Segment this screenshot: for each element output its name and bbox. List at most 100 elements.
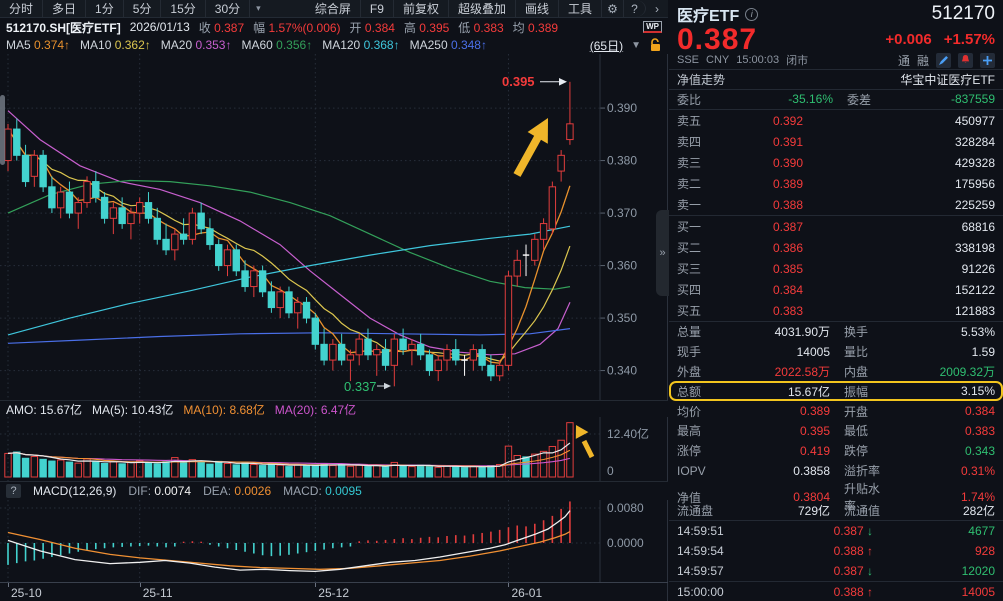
tick-row: 14:59:54 0.388 ↑ 928 [669,541,1003,561]
stat-value: 0.395 [799,423,830,438]
svg-text:0.395: 0.395 [502,74,535,89]
orderbook-row-buy[interactable]: 买三 0.385 91226 [669,258,1003,279]
orderbook-price: 0.385 [772,261,804,276]
toolbar-item-1分[interactable]: 1分 [86,0,124,17]
volume-chart[interactable]: 12.40亿 0 [0,417,668,481]
vol-name: AMO: [6,402,41,417]
period-dropdown-caret[interactable]: ▾ [250,0,267,17]
toolbar-item-5分[interactable]: 5分 [124,0,162,17]
currency-label: CNY [706,54,730,67]
macd-help-icon[interactable]: ? [6,484,21,498]
quote-field-value: 0.383 [473,20,504,35]
ma-value: 0.362↑ [114,38,151,52]
ma-value: 0.374↑ [34,38,71,52]
orderbook-row-buy[interactable]: 买一 0.387 68816 [669,216,1003,237]
svg-text:0.360: 0.360 [607,259,637,273]
macd-chart[interactable]: 0.0080 0.0000 [0,500,668,582]
orderbook-row-sell[interactable]: 卖四 0.391 328284 [669,131,1003,152]
trend-arrow-annotation [513,135,542,177]
svg-text:0.0000: 0.0000 [607,536,644,550]
tick-volume: 928 [974,544,995,558]
quote-field-label: 均 [512,20,529,35]
tick-price: 0.387 ↓ [751,524,873,538]
tick-price-value: 0.387 [833,564,867,578]
main-candlestick-chart[interactable]: 0.390 0.380 0.370 0.360 0.350 0.340 0.395 0.337 [0,54,668,400]
stat-row-最高: 最高 0.395 最低 0.383 [669,421,1003,441]
macd-value: 0.0074 [154,484,192,498]
macd-value: 0.0095 [325,484,362,498]
stat-row-IOPV: IOPV 0.3858 溢折率 0.31% [669,461,1003,481]
stock-app-window: 分时 多日 1分 5分 15分 30分 ▾ 综合屏 F9 前复权 超级叠加 画线 工具 ⚙ ? › … [0,0,1003,601]
left-scroll-handle[interactable] [0,95,5,165]
info-icon[interactable]: i [745,7,759,21]
unlock-icon[interactable] [649,38,662,52]
macd-legend-item: DIF: 0.0074 [128,484,191,498]
add-plus-icon[interactable] [980,52,995,68]
orderbook-row-sell[interactable]: 卖二 0.389 175956 [669,173,1003,194]
vol-name: MA(5): [92,402,132,417]
svg-text:0: 0 [607,464,614,478]
orderbook-row-sell[interactable]: 卖一 0.388 225259 [669,194,1003,215]
toolbar-item-多日[interactable]: 多日 [43,0,87,17]
stat-label: 振幅 [844,384,869,399]
time-axis-label: 26-01 [511,586,543,600]
quote-field-value: 0.389 [528,20,559,35]
toolbar-item-分时[interactable]: 分时 [0,0,44,17]
tick-row: 14:59:57 0.387 ↓ 12020 [669,561,1003,581]
quote-field-value: 0.384 [364,20,395,35]
tick-price-value: 0.387 [833,524,867,538]
time-axis-label: 25-12 [318,586,349,600]
toolbar-item-F9[interactable]: F9 [361,0,394,17]
ma-legend-item: MA10 0.362↑ [80,38,151,52]
macd-name: MACD: [283,484,326,498]
toolbar-item-30分[interactable]: 30分 [206,0,251,17]
macd-value: 0.0026 [234,484,272,498]
orderbook-price: 0.388 [772,197,804,212]
stat-value: 282亿 [962,503,995,518]
help-icon[interactable]: ? [624,0,646,17]
etf-code: 512170 [931,3,995,25]
panel-expander-handle[interactable]: » [656,210,669,296]
orderbook-row-buy[interactable]: 买四 0.384 152122 [669,279,1003,300]
edit-pencil-icon[interactable] [936,52,951,68]
orderbook-row-sell[interactable]: 卖三 0.390 429328 [669,152,1003,173]
tick-volume: 12020 [961,564,995,578]
stat-value: 0.384 [964,404,995,419]
toolbar-item-工具[interactable]: 工具 [559,0,602,17]
settings-gear-icon[interactable]: ⚙ [602,0,624,17]
orderbook-row-buy[interactable]: 买五 0.383 121883 [669,300,1003,321]
orderbook-volume: 152122 [954,282,995,297]
svg-text:0.390: 0.390 [607,101,637,115]
stat-row-涨停: 涨停 0.419 跌停 0.343 [669,441,1003,461]
period-caret-icon[interactable]: ▼ [631,40,641,51]
quote-time: 15:00:03 [736,54,780,67]
macd-legend-bar: ? MACD(12,26,9) DIF: 0.0074 DEA: 0.0026 MA… [0,481,668,500]
svg-text:0.370: 0.370 [607,206,637,220]
toolbar-item-超级叠加[interactable]: 超级叠加 [449,0,516,17]
orderbook-level-label: 买五 [677,304,702,319]
alert-bell-icon[interactable] [958,52,973,68]
orderbook-row-sell[interactable]: 卖五 0.392 450977 [669,110,1003,131]
nav-trend-label[interactable]: 净值走势 [677,71,725,88]
toolbar-item-前复权[interactable]: 前复权 [394,0,449,17]
toolbar-expand-icon[interactable]: › [646,0,668,17]
orderbook-volume: 338198 [954,240,995,255]
time-axis: 25-10 25-11 25-12 26-01 [0,582,668,601]
orderbook-row-buy[interactable]: 买二 0.386 338198 [669,237,1003,258]
tick-row: 15:00:00 0.388 ↑ 14005 [669,581,1003,601]
orderbook-volume: 450977 [954,113,995,128]
stat-value: 0.389 [799,404,830,419]
orderbook-volume: 225259 [954,197,995,212]
toolbar-item-画线[interactable]: 画线 [516,0,559,17]
orderbook-volume: 429328 [954,155,995,170]
wp-window-badge[interactable]: WP [643,21,662,33]
price-change-pct: +1.57% [943,31,995,49]
toolbar-item-15分[interactable]: 15分 [161,0,206,17]
stat-value: 2022.58万 [774,365,830,380]
quote-field: 均 0.389 [513,19,558,36]
volume-legend-item: MA(10): 8.68亿 [183,401,264,418]
period-selector[interactable]: (65日) [590,37,623,54]
toolbar-item-综合屏[interactable]: 综合屏 [306,0,361,17]
ma-value: 0.356↑ [276,38,313,52]
svg-text:0.0080: 0.0080 [607,501,644,515]
